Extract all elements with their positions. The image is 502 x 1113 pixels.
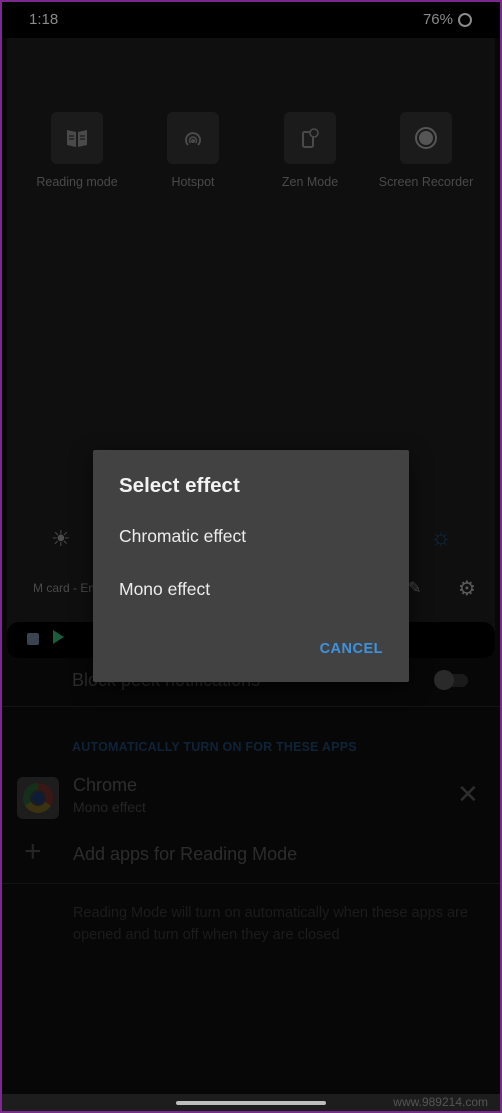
tile-reading-mode[interactable]: Reading mode bbox=[22, 112, 132, 189]
status-bar: 1:18 76% bbox=[2, 2, 500, 38]
play-store-notification-icon bbox=[53, 630, 64, 644]
phone-screen: 1:18 76% Block peek notifications AUTOMA… bbox=[2, 2, 500, 1111]
book-icon bbox=[67, 130, 87, 147]
dialog-title: Select effect bbox=[119, 474, 240, 497]
option-chromatic-effect[interactable]: Chromatic effect bbox=[119, 526, 246, 547]
tile-screen-recorder[interactable]: Screen Recorder bbox=[371, 112, 481, 189]
tile-zen-mode[interactable]: Zen Mode bbox=[255, 112, 365, 189]
tile-label: Zen Mode bbox=[281, 175, 339, 189]
tile-label: Hotspot bbox=[171, 175, 215, 189]
home-gesture-pill[interactable] bbox=[176, 1101, 326, 1105]
tile-box bbox=[51, 112, 103, 164]
chrome-app-icon bbox=[17, 777, 59, 819]
status-time: 1:18 bbox=[29, 11, 59, 28]
footnote-text: Reading Mode will turn on automatically … bbox=[73, 905, 468, 943]
sim-carrier-text: M card - Em bbox=[33, 581, 99, 595]
record-icon bbox=[415, 127, 437, 149]
zen-mode-icon bbox=[302, 128, 319, 148]
tile-box bbox=[400, 112, 452, 164]
remove-app-icon[interactable]: ✕ bbox=[457, 781, 479, 807]
brightness-icon: ☀ bbox=[51, 526, 71, 551]
section-header: AUTOMATICALLY TURN ON FOR THESE APPS bbox=[72, 740, 357, 754]
gear-icon[interactable]: ⚙ bbox=[458, 576, 476, 601]
navigation-bar: www.989214.com bbox=[2, 1094, 500, 1111]
add-apps-label: Add apps for Reading Mode bbox=[73, 844, 298, 864]
app-effect: Mono effect bbox=[73, 799, 146, 815]
tile-label: Screen Recorder bbox=[378, 175, 474, 189]
battery-icon bbox=[458, 12, 472, 27]
plus-icon: + bbox=[24, 835, 42, 868]
watermark: www.989214.com bbox=[393, 1095, 488, 1109]
chrome-logo-icon bbox=[23, 783, 53, 813]
app-name: Chrome bbox=[73, 775, 138, 795]
tile-box bbox=[284, 112, 336, 164]
hotspot-icon bbox=[185, 132, 201, 146]
cancel-button[interactable]: CANCEL bbox=[320, 641, 383, 657]
app-row-chrome[interactable]: Chrome Mono effect ✕ bbox=[2, 767, 500, 827]
tile-label: Reading mode bbox=[36, 175, 118, 189]
select-effect-dialog: Select effect Chromatic effect Mono effe… bbox=[93, 450, 409, 682]
tile-box bbox=[167, 112, 219, 164]
auto-brightness-icon[interactable]: ☼ bbox=[430, 524, 452, 552]
battery-percent: 76% bbox=[422, 11, 453, 28]
add-apps-row[interactable]: + Add apps for Reading Mode bbox=[2, 829, 500, 884]
block-peek-toggle[interactable] bbox=[432, 669, 472, 691]
tile-hotspot[interactable]: Hotspot bbox=[138, 112, 248, 189]
toggle-thumb bbox=[434, 670, 454, 690]
status-right: 76% bbox=[423, 11, 472, 28]
option-mono-effect[interactable]: Mono effect bbox=[119, 579, 210, 600]
edit-icon[interactable]: ✎ bbox=[408, 578, 421, 598]
image-notification-icon bbox=[27, 633, 39, 645]
